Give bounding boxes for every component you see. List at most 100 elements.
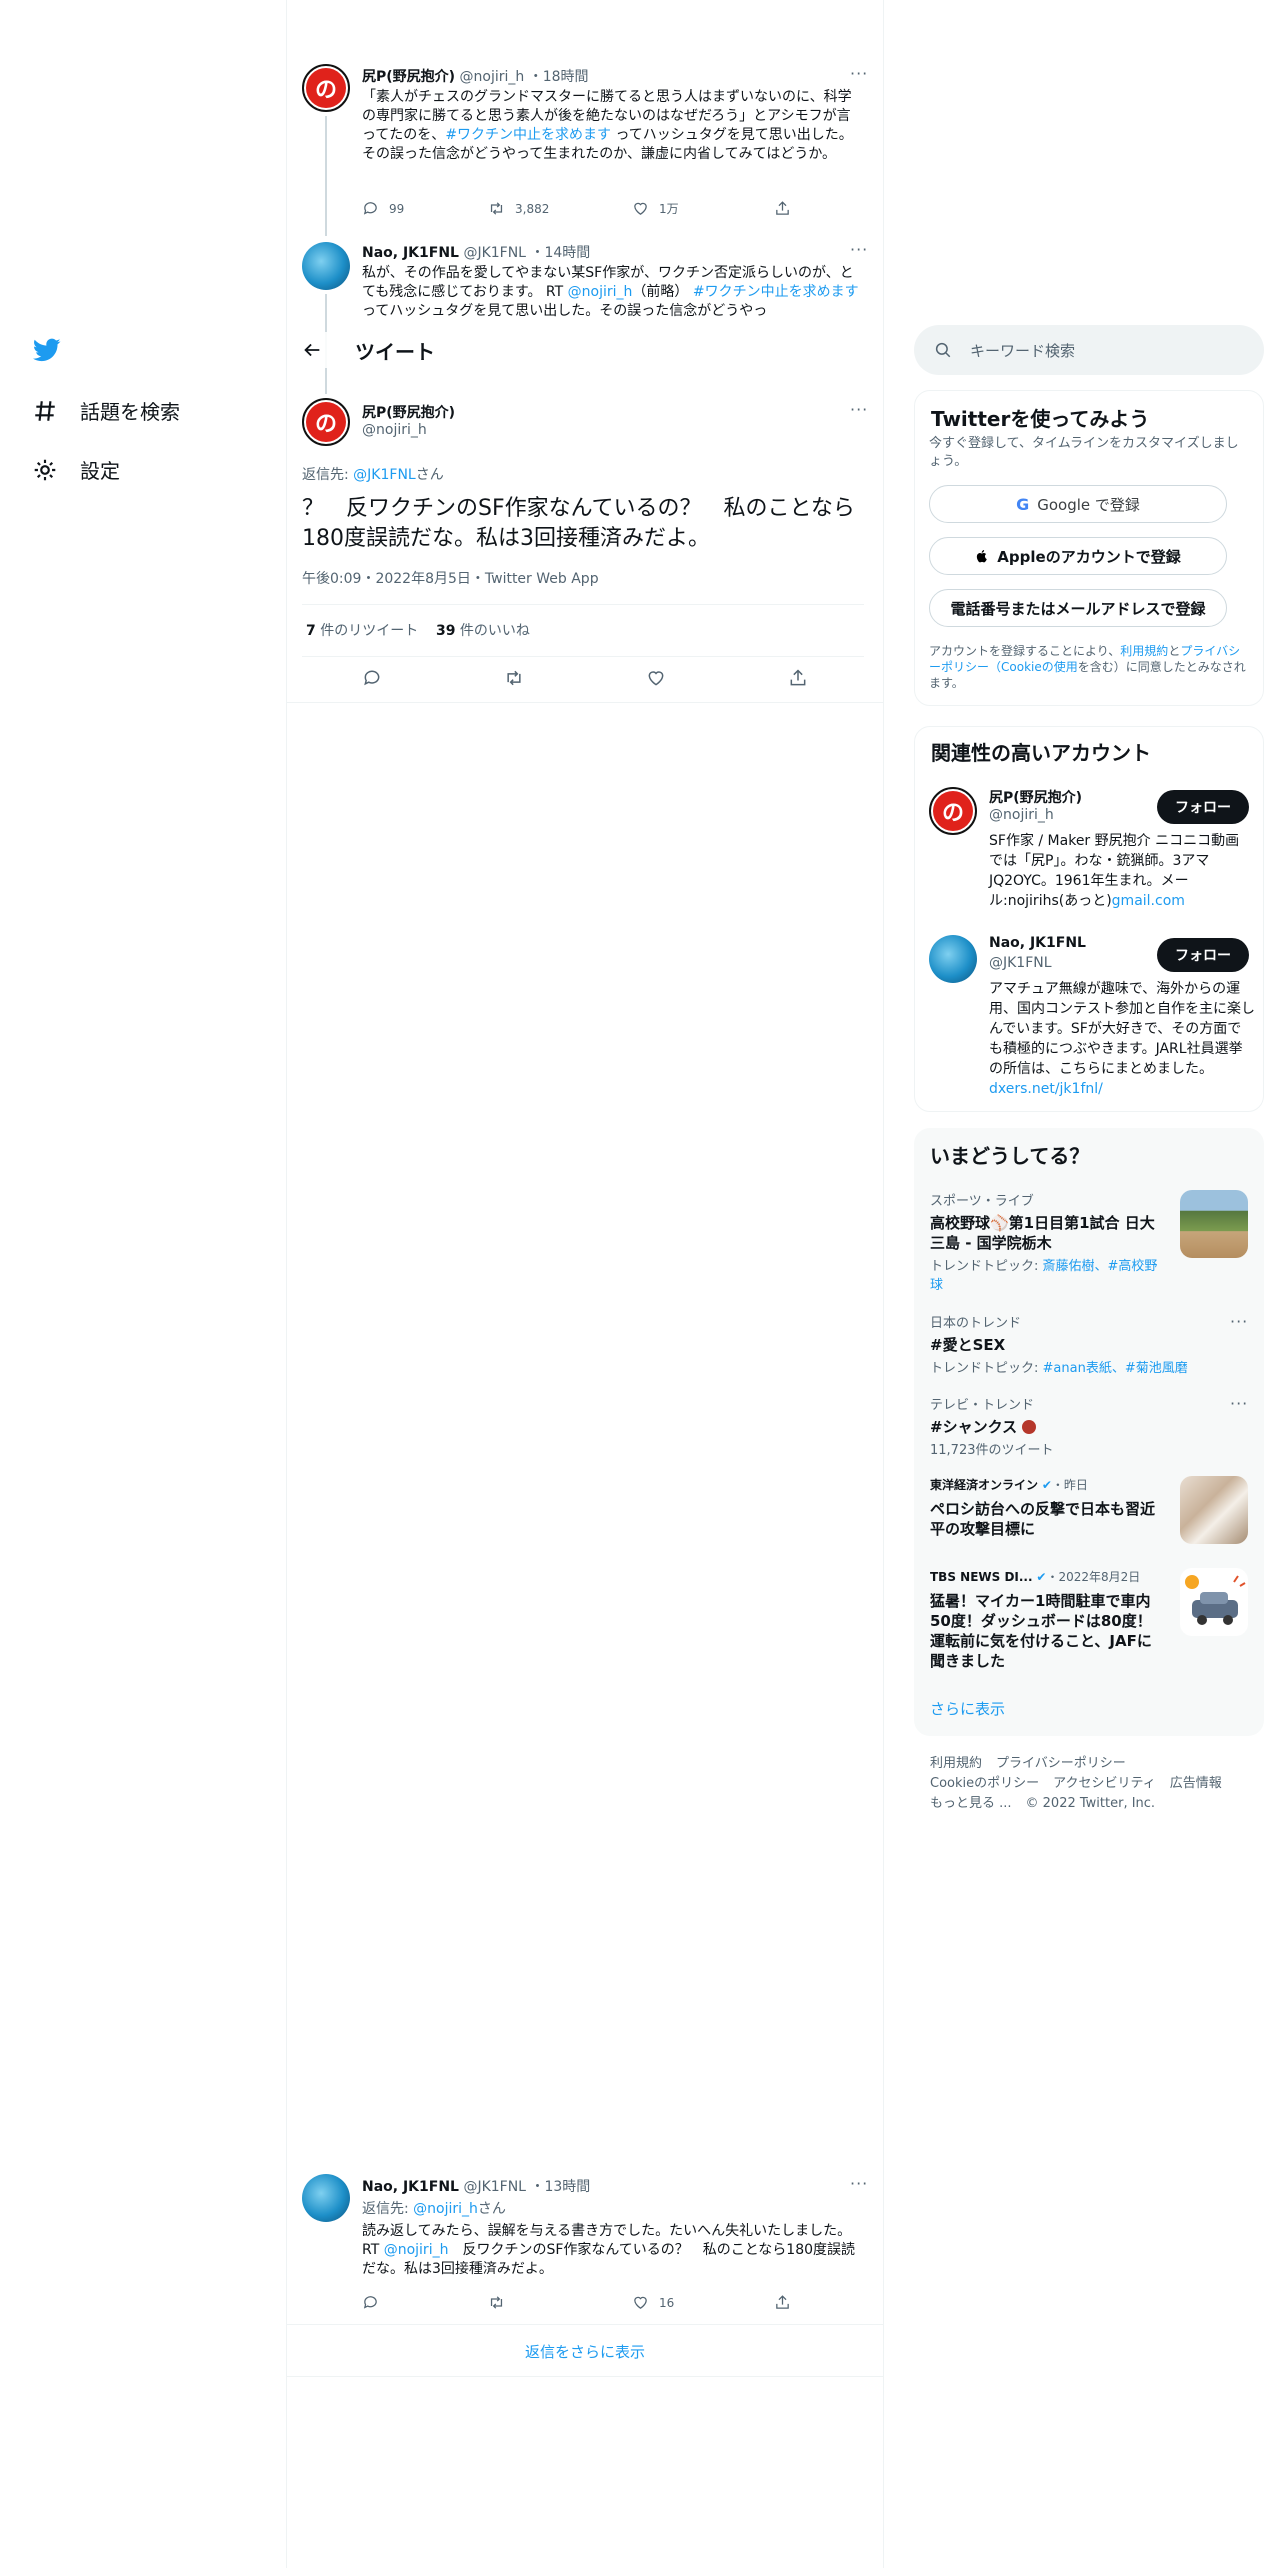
- trend-thumbnail-baseball[interactable]: [1180, 1190, 1248, 1258]
- avatar[interactable]: の: [302, 398, 350, 446]
- author-name[interactable]: Nao, JK1FNL: [362, 2179, 459, 2195]
- author-handle[interactable]: @JK1FNL: [463, 2179, 526, 2195]
- mention-link[interactable]: @nojiri_h: [384, 2242, 449, 2258]
- reply-button[interactable]: [362, 2294, 488, 2311]
- tweet-text: 私が、その作品を愛してやまない某SF作家が、ワクチン否定派らしいのが、とても残念…: [362, 264, 866, 324]
- author-handle[interactable]: @nojiri_h: [460, 69, 525, 85]
- news-item[interactable]: TBS NEWS DI... ✔・2022年8月2日 猛暑！マイカー1時間駐車で…: [930, 1568, 1160, 1671]
- like-count: 1万: [659, 202, 679, 216]
- follow-button[interactable]: フォロー: [1157, 790, 1249, 824]
- trend-topic-links[interactable]: #anan表紙、#菊池風磨: [1043, 1361, 1188, 1376]
- more-options-icon[interactable]: ···: [850, 400, 868, 419]
- reply-to-link[interactable]: @JK1FNL: [353, 467, 416, 483]
- hashtag-link[interactable]: #ワクチン中止を求めます: [445, 127, 611, 143]
- google-signup-button[interactable]: G Google で登録: [929, 485, 1227, 523]
- tweet-time[interactable]: 18時間: [543, 69, 589, 85]
- retweet-button[interactable]: 3,882: [488, 200, 632, 217]
- footer-terms-link[interactable]: 利用規約: [930, 1756, 982, 1771]
- reply-to-line: 返信先: @JK1FNLさん: [302, 464, 444, 484]
- retweet-button[interactable]: [488, 2294, 632, 2311]
- reply-button[interactable]: 99: [362, 200, 488, 217]
- account-name[interactable]: 尻P(野尻抱介): [989, 787, 1082, 807]
- trend-title: #シャンクス: [930, 1418, 1018, 1436]
- like-button[interactable]: 16: [632, 2294, 774, 2311]
- show-more-trends-link[interactable]: さらに表示: [930, 1698, 1005, 1719]
- verified-icon: ✔: [1036, 1570, 1047, 1584]
- tweet-text-part: ってハッシュタグを見て思い出した。その誤った信念がどうやっ: [362, 303, 768, 319]
- signup-terms: アカウントを登録することにより、利用規約とプライバシーポリシー（Cookieの使…: [929, 643, 1251, 691]
- tweet-header: 尻P(野尻抱介) @nojiri_h ・18時間: [362, 69, 589, 85]
- tweet-timestamp[interactable]: 午後0:09・2022年8月5日・Twitter Web App: [302, 568, 599, 588]
- avatar[interactable]: の: [302, 64, 350, 112]
- google-signup-label: Google で登録: [1037, 495, 1140, 514]
- tweet-time[interactable]: 14時間: [544, 245, 590, 261]
- heart-icon: [648, 671, 664, 686]
- show-more-replies-link[interactable]: 返信をさらに表示: [287, 2326, 883, 2376]
- author-name[interactable]: Nao, JK1FNL: [362, 245, 459, 261]
- more-options-icon[interactable]: ···: [1230, 1394, 1248, 1413]
- footer-more-link[interactable]: もっと見る ...: [930, 1796, 1012, 1811]
- tweet-time[interactable]: 13時間: [544, 2179, 590, 2195]
- more-options-icon[interactable]: ···: [1230, 1312, 1248, 1331]
- trend-category: 日本のトレンド: [930, 1316, 1022, 1331]
- twitter-logo[interactable]: [32, 336, 62, 368]
- like-button[interactable]: 1万: [632, 200, 774, 217]
- account-handle[interactable]: @nojiri_h: [989, 807, 1054, 823]
- footer-accessibility-link[interactable]: アクセシビリティ: [1053, 1776, 1156, 1791]
- trend-item[interactable]: テレビ・トレンド #シャンクス 11,723件のツイート: [930, 1394, 1230, 1458]
- footer-cookie-link[interactable]: Cookieのポリシー: [930, 1776, 1039, 1791]
- trend-item[interactable]: 日本のトレンド #愛とSEX トレンドトピック: #anan表紙、#菊池風磨: [930, 1312, 1230, 1376]
- author-name[interactable]: 尻P(野尻抱介): [362, 402, 455, 422]
- footer-privacy-link[interactable]: プライバシーポリシー: [996, 1756, 1126, 1771]
- news-time: ・2022年8月2日: [1046, 1570, 1141, 1584]
- shanks-emoji-icon: [1022, 1420, 1037, 1434]
- avatar[interactable]: [302, 242, 350, 290]
- more-options-icon[interactable]: ···: [850, 2174, 868, 2193]
- main-tweet-text: ？ 反ワクチンのSF作家なんているの？ 私のことなら180度誤読だな。私は3回接…: [302, 496, 855, 551]
- bio-link[interactable]: dxers.net/jk1fnl/: [989, 1081, 1103, 1097]
- news-thumbnail-car[interactable]: [1180, 1568, 1248, 1636]
- search-bar[interactable]: キーワード検索: [914, 325, 1264, 375]
- more-options-icon[interactable]: ···: [850, 64, 868, 83]
- news-item[interactable]: 東洋経済オンライン ✔・昨日 ペロシ訪台への反撃で日本も習近平の攻撃目標に: [930, 1476, 1160, 1539]
- like-button[interactable]: [646, 668, 788, 688]
- tweet-header: Nao, JK1FNL @JK1FNL ・13時間: [362, 2179, 591, 2195]
- reply-to-link[interactable]: @nojiri_h: [413, 2201, 478, 2217]
- main-column-left-border: [286, 0, 287, 2568]
- search-input[interactable]: キーワード検索: [970, 340, 1075, 361]
- footer-ads-link[interactable]: 広告情報: [1170, 1776, 1222, 1791]
- account-handle[interactable]: @JK1FNL: [989, 955, 1052, 971]
- news-thumbnail-pelosi[interactable]: [1180, 1476, 1248, 1544]
- reply-button[interactable]: [362, 668, 504, 688]
- terms-link[interactable]: 利用規約: [1120, 644, 1168, 658]
- retweet-stat-label: 件のリツイート: [315, 623, 419, 639]
- nav-settings[interactable]: 設定: [32, 455, 120, 484]
- mention-link[interactable]: @nojiri_h: [568, 284, 633, 300]
- nojiri-logo-icon: の: [933, 791, 973, 831]
- avatar[interactable]: の: [929, 787, 977, 835]
- more-options-icon[interactable]: ···: [850, 240, 868, 259]
- trend-sub-prefix: トレンドトピック:: [930, 1259, 1043, 1274]
- avatar[interactable]: [929, 935, 977, 983]
- author-handle[interactable]: @nojiri_h: [362, 422, 427, 438]
- bio-link[interactable]: gmail.com: [1112, 893, 1185, 909]
- share-button[interactable]: [774, 200, 791, 217]
- avatar[interactable]: [302, 2174, 350, 2222]
- nav-explore[interactable]: 話題を検索: [32, 396, 180, 425]
- apple-signup-button[interactable]: Appleのアカウントで登録: [929, 537, 1227, 575]
- phone-email-signup-button[interactable]: 電話番号またはメールアドレスで登録: [929, 589, 1227, 627]
- share-button[interactable]: [774, 2294, 791, 2311]
- account-name[interactable]: Nao, JK1FNL: [989, 935, 1086, 951]
- author-name[interactable]: 尻P(野尻抱介): [362, 69, 455, 85]
- tweet-header: Nao, JK1FNL @JK1FNL ・14時間: [362, 245, 591, 261]
- back-arrow-icon[interactable]: [301, 339, 323, 361]
- retweet-button[interactable]: [504, 668, 646, 688]
- like-stats[interactable]: 39 件のいいね: [436, 620, 530, 640]
- retweet-stats[interactable]: 7 件のリツイート: [306, 620, 418, 640]
- nav-explore-label: 話題を検索: [80, 400, 180, 424]
- share-button[interactable]: [788, 668, 808, 688]
- author-handle[interactable]: @JK1FNL: [463, 245, 526, 261]
- follow-button[interactable]: フォロー: [1157, 938, 1249, 972]
- hashtag-link[interactable]: #ワクチン中止を求めます: [693, 284, 859, 300]
- trend-item[interactable]: スポーツ・ライブ 高校野球⚾第1日目第1試合 日大三島 - 国学院栃木 トレンド…: [930, 1190, 1160, 1293]
